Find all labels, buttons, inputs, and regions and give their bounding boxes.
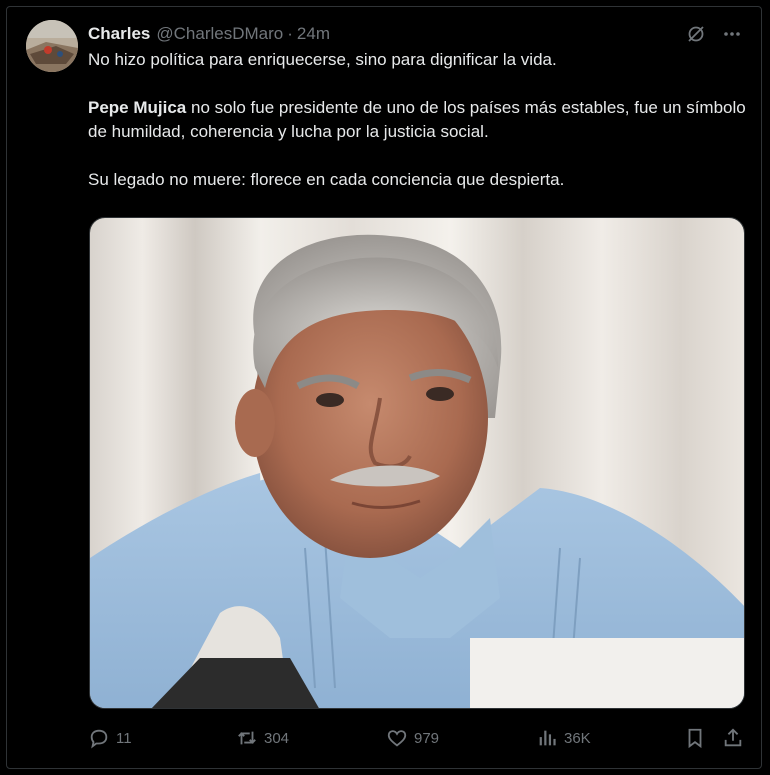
repost-count: 304 [264,729,290,747]
tweet-paragraph-2-rest: no solo fue presidente de uno de los paí… [88,98,746,141]
tweet-line-1: No hizo política para enriquecerse, sino… [88,50,557,69]
tweet-header: Charles @CharlesDMaro · 24m [88,22,750,46]
analytics-icon [539,730,556,746]
author-handle[interactable]: @CharlesDMaro [156,22,283,46]
timestamp[interactable]: 24m [297,22,330,46]
like-button[interactable]: 979 [386,724,439,752]
share-button[interactable] [722,724,744,752]
share-icon [724,728,742,747]
view-count: 36K [564,729,591,747]
repost-icon [238,731,256,745]
reply-icon [90,729,108,749]
more-icon[interactable] [720,22,744,46]
bookmark-button[interactable] [684,724,706,752]
author-name[interactable]: Charles [88,22,150,46]
reply-count: 11 [116,729,132,747]
tweet-bold-name: Pepe Mujica [88,98,187,117]
heart-icon [387,730,407,747]
repost-button[interactable]: 304 [236,724,289,752]
reply-button[interactable]: 11 [88,724,132,752]
views-button[interactable]: 36K [536,724,591,752]
header-actions [684,22,744,46]
bookmark-icon [688,728,702,749]
tweet-paragraph-3: Su legado no muere: florece en cada conc… [88,170,565,189]
like-count: 979 [414,729,440,747]
grok-icon[interactable] [684,22,708,46]
action-bar: 11 304 979 36K [88,724,746,752]
tweet-text: No hizo política para enriquecerse, sino… [88,48,748,192]
tweet-photo[interactable] [89,217,745,709]
separator: · [287,24,293,43]
tweet-paragraph-2: Pepe Mujica no solo fue presidente de un… [88,96,748,144]
avatar[interactable] [26,20,78,72]
